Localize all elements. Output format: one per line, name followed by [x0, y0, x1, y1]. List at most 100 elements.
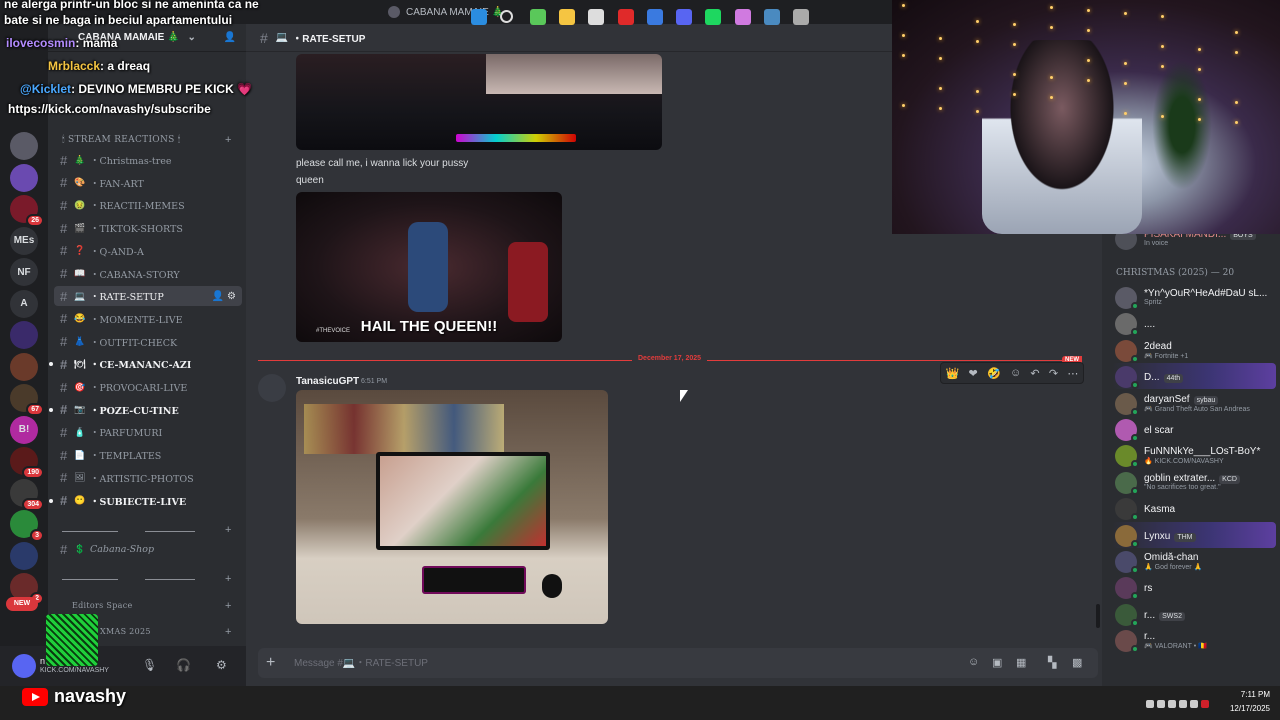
server-icon[interactable]: 190: [10, 447, 44, 479]
channel-item[interactable]: # 🤢 ・REACTII-MEMES: [54, 195, 242, 215]
heart-reaction-icon[interactable]: ❤: [969, 367, 978, 380]
server-icon[interactable]: [10, 352, 38, 381]
gift-icon[interactable]: ▩: [1072, 656, 1082, 669]
channel-item[interactable]: # 🍽 ・CE-MANANC-AZI: [49, 354, 242, 374]
add-attachment-icon[interactable]: +: [266, 654, 275, 672]
channel-settings-icon[interactable]: 👤 ⚙: [212, 291, 236, 302]
channel-item[interactable]: # 🎯 ・PROVOCARI-LIVE: [54, 377, 242, 397]
server-icon[interactable]: [10, 321, 38, 349]
category-editors-space[interactable]: Editors Space: [72, 601, 133, 610]
member-item[interactable]: 2dead 🎮 Fortnite +1: [1112, 337, 1276, 363]
member-item[interactable]: r... 🎮 VALORANT • 🇷🇴: [1112, 627, 1276, 654]
add-channel-icon[interactable]: +: [225, 524, 231, 536]
member-item[interactable]: Kasma: [1112, 495, 1276, 522]
server-icon[interactable]: [10, 541, 38, 570]
battery-icon[interactable]: [1190, 700, 1198, 708]
server-new-badge[interactable]: NEW: [6, 596, 38, 611]
settings-icon[interactable]: [793, 9, 810, 25]
channel-item[interactable]: # 👗 ・OUTFIT-CHECK: [54, 332, 242, 352]
chevron-up-icon[interactable]: [1146, 700, 1154, 708]
scrollbar[interactable]: [1096, 604, 1100, 628]
add-channel-icon[interactable]: +: [225, 134, 231, 146]
microphone-icon[interactable]: 🎙: [142, 658, 157, 672]
channel-item[interactable]: # 📖 ・CABANA-STORY: [54, 264, 242, 284]
member-item[interactable]: D... 44th: [1112, 363, 1276, 390]
gear-icon[interactable]: ⚙: [216, 658, 227, 672]
language-icon[interactable]: [1201, 700, 1209, 708]
member-status: 🎮 VALORANT • 🇷🇴: [1144, 643, 1207, 651]
add-channel-icon[interactable]: +: [225, 626, 231, 638]
discord-icon[interactable]: [676, 9, 693, 25]
message-image[interactable]: [296, 54, 662, 150]
gif-icon[interactable]: ▣: [992, 656, 1002, 669]
message-input[interactable]: [294, 654, 934, 672]
server-icon[interactable]: B!: [10, 415, 38, 444]
channel-item[interactable]: # 📄 ・TEMPLATES: [54, 445, 242, 465]
member-item[interactable]: *Yn^yOuR^HeAd#DaU sL... Spritz: [1112, 284, 1276, 310]
app-icon[interactable]: [764, 9, 780, 25]
more-icon[interactable]: ⋯: [1067, 367, 1078, 380]
reply-icon[interactable]: ↶: [1030, 367, 1039, 380]
taskbar-date[interactable]: 12/17/2025: [1222, 704, 1270, 713]
server-icon[interactable]: [10, 163, 38, 192]
taskbar-time[interactable]: 7:11 PM: [1230, 690, 1270, 699]
server-icon[interactable]: MEs: [10, 226, 38, 255]
add-member-icon[interactable]: 👤: [224, 32, 236, 43]
youtube-icon[interactable]: [617, 9, 634, 25]
category-stream-reactions[interactable]: 🕯 STREAM REACTIONS 🕯: [62, 135, 181, 145]
category-christmas[interactable]: XMAS 2025: [100, 627, 151, 636]
member-item[interactable]: goblin extrater... KCD "No sacrifices too …: [1112, 469, 1276, 495]
folder-icon[interactable]: [558, 9, 575, 25]
channel-cabana-shop[interactable]: # 💲 Cabana-Shop: [54, 539, 242, 559]
server-icon[interactable]: 26: [10, 195, 44, 227]
member-item[interactable]: el scar: [1112, 416, 1276, 442]
windows-icon[interactable]: [471, 9, 487, 25]
app-icon[interactable]: [734, 9, 751, 25]
headphones-icon[interactable]: 🎧: [176, 658, 191, 672]
avatar[interactable]: [12, 654, 36, 678]
channel-item[interactable]: # ❓ ・Q-AND-A: [54, 241, 242, 261]
message-gif[interactable]: #THEVOICE HAIL THE QUEEN!!: [296, 192, 562, 342]
channel-item[interactable]: # 🖼 ・ARTISTIC-PHOTOS: [54, 468, 242, 488]
speaker-icon[interactable]: [1179, 700, 1187, 708]
sticker-icon[interactable]: ▦: [1016, 656, 1026, 669]
add-channel-icon[interactable]: +: [225, 573, 231, 585]
server-icon[interactable]: A: [10, 289, 38, 318]
server-icon[interactable]: [10, 132, 38, 160]
message-image[interactable]: [296, 390, 608, 624]
channel-item[interactable]: # 😂 ・MOMENTE-LIVE: [54, 309, 242, 329]
chrome-icon[interactable]: [588, 9, 605, 25]
crown-reaction-icon[interactable]: 👑: [946, 367, 960, 380]
emoji-icon[interactable]: ☺: [968, 656, 979, 668]
avatar[interactable]: [258, 374, 286, 402]
member-item[interactable]: r... SWS2: [1112, 601, 1276, 627]
spotify-icon[interactable]: [705, 9, 722, 25]
message-author[interactable]: TanasicuGPT: [296, 376, 359, 387]
wifi-icon[interactable]: [1168, 700, 1176, 708]
channel-item[interactable]: # 💻 ・RATE-SETUP 👤 ⚙: [54, 286, 242, 307]
member-item[interactable]: daryanSef sybau 🎮 Grand Theft Auto San And…: [1112, 390, 1276, 416]
channel-item[interactable]: # 🎄 ・Christmas-tree: [54, 150, 242, 170]
channel-item[interactable]: # 🎬 ・TIKTOK-SHORTS: [54, 218, 242, 238]
channel-item[interactable]: # 🎨 ・FAN-ART: [54, 173, 242, 193]
channel-item[interactable]: # 📷 ・POZE-CU-TINE: [49, 400, 242, 420]
forward-icon[interactable]: ↷: [1049, 367, 1058, 380]
channel-item[interactable]: # 😶 ・SUBIECTE-LIVE: [49, 491, 242, 511]
add-channel-icon[interactable]: +: [225, 600, 231, 612]
member-item[interactable]: ....: [1112, 310, 1276, 337]
server-icon[interactable]: 67: [10, 384, 44, 416]
member-item[interactable]: FuNNNkYe___LOsT-BoY* 🔥 KICK.COM/NAVASHY: [1112, 442, 1276, 469]
member-item[interactable]: Omidă-chan 🙏 God forever 🙏: [1112, 548, 1276, 574]
server-icon[interactable]: NF: [10, 258, 38, 286]
microphone-icon[interactable]: [1157, 700, 1165, 708]
browser-icon[interactable]: [646, 9, 663, 25]
server-icon[interactable]: 3: [10, 510, 44, 542]
member-item[interactable]: rs: [1112, 574, 1276, 601]
member-item[interactable]: Lynxu THM: [1112, 521, 1276, 548]
apps-icon[interactable]: ▚: [1048, 656, 1056, 669]
add-reaction-icon[interactable]: ☺: [1010, 367, 1021, 379]
channel-item[interactable]: # 🧴 ・PARFUMURI: [54, 422, 242, 442]
server-icon[interactable]: 304: [10, 478, 44, 511]
emoji-reaction-icon[interactable]: 🤣: [987, 367, 1001, 380]
notepad-icon[interactable]: [529, 9, 546, 25]
